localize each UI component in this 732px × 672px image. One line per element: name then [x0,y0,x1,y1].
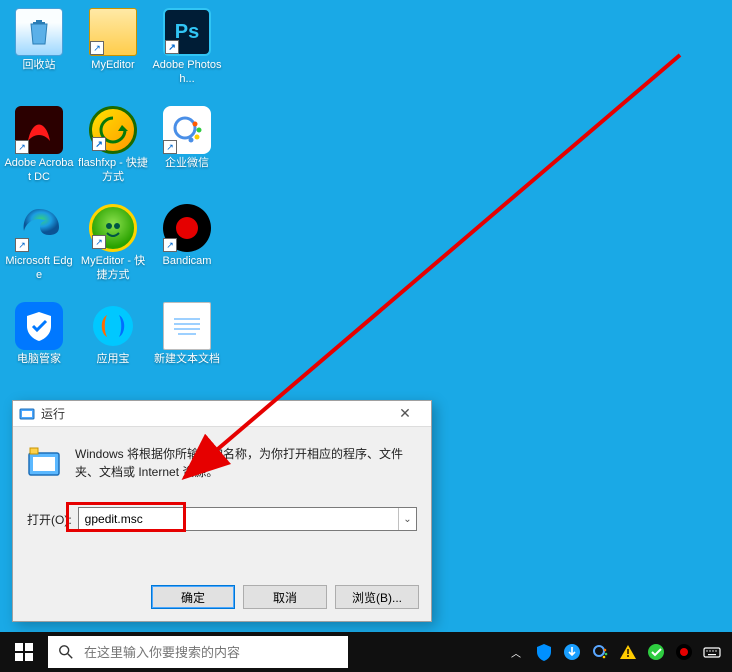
tray-icon-check[interactable] [642,632,670,672]
shortcut-arrow-icon: ↗ [90,41,104,55]
desktop-icon-acrobat[interactable]: ↗ Adobe Acrobat DC [2,102,76,200]
myeditor-icon: ↗ [89,204,137,252]
shortcut-arrow-icon: ↗ [92,137,106,151]
run-dialog-icon [27,445,65,483]
shortcut-arrow-icon: ↗ [165,40,179,54]
desktop-icon-myeditor-folder[interactable]: ↗ MyEditor [76,4,150,102]
desktop-icon-edge[interactable]: ↗ Microsoft Edge [2,200,76,298]
desktop-icon-label: 电脑管家 [3,352,75,366]
desktop-icon-label: Microsoft Edge [3,254,75,282]
desktop-icon-bandicam[interactable]: ↗ Bandicam [150,200,224,298]
bandicam-icon: ↗ [163,204,211,252]
desktop-icon-recycle-bin[interactable]: 回收站 [2,4,76,102]
taskbar-search-input[interactable] [84,645,348,660]
taskbar-tray: ︿ [502,632,732,672]
taskbar: ︿ [0,632,732,672]
run-dialog-description: Windows 将根据你所输入的名称，为你打开相应的程序、文件夹、文档或 Int… [75,445,417,483]
desktop-icon-label: flashfxp - 快捷方式 [77,156,149,184]
folder-icon: ↗ [89,8,137,56]
tray-icon-warn[interactable] [614,632,642,672]
tray-icon-keyboard[interactable] [698,632,726,672]
tray-icon-record[interactable] [670,632,698,672]
desktop-icon-yyb[interactable]: 应用宝 [76,298,150,396]
chevron-up-icon: ︿ [511,645,521,660]
desktop-icon-label: Adobe Acrobat DC [3,156,75,184]
shortcut-arrow-icon: ↗ [163,238,177,252]
run-dialog-input[interactable] [79,508,398,530]
desktop-icon-label: Adobe Photosh... [151,58,223,86]
desktop-icon-photoshop[interactable]: Ps ↗ Adobe Photosh... [150,4,224,102]
shortcut-arrow-icon: ↗ [163,140,177,154]
combobox-dropdown-button[interactable]: ⌄ [398,508,416,530]
desktop-icon-textdoc[interactable]: 新建文本文档 [150,298,224,396]
tray-overflow-button[interactable]: ︿ [502,632,530,672]
run-dialog-title-icon [19,406,35,422]
taskbar-search[interactable] [48,636,348,668]
tray-icon-wecom[interactable] [586,632,614,672]
shortcut-arrow-icon: ↗ [15,140,29,154]
flashfxp-icon: ↗ [89,106,137,154]
desktop-icon-wecom[interactable]: ↗ 企业微信 [150,102,224,200]
wecom-icon: ↗ [163,106,211,154]
chevron-down-icon: ⌄ [403,514,411,525]
acrobat-icon: ↗ [15,106,63,154]
desktop-icon-label: MyEditor [77,58,149,72]
cancel-button[interactable]: 取消 [243,585,327,609]
edge-icon: ↗ [15,204,63,252]
recycle-bin-icon [15,8,63,56]
run-dialog-open-label: 打开(O): [27,511,72,528]
shortcut-arrow-icon: ↗ [92,235,106,249]
text-file-icon [163,302,211,350]
browse-button[interactable]: 浏览(B)... [335,585,419,609]
desktop-icon-pcmanager[interactable]: 电脑管家 [2,298,76,396]
search-icon [48,644,84,660]
desktop-icon-flashfxp[interactable]: ↗ flashfxp - 快捷方式 [76,102,150,200]
close-icon: ✕ [399,405,411,422]
desktop-icon-label: Bandicam [151,254,223,268]
run-dialog-combobox[interactable]: ⌄ [78,507,417,531]
ok-button[interactable]: 确定 [151,585,235,609]
desktop-icon-label: 企业微信 [151,156,223,170]
run-dialog-title-text: 运行 [41,405,65,422]
photoshop-icon: Ps ↗ [163,8,211,56]
run-dialog-titlebar[interactable]: 运行 ✕ [13,401,431,427]
desktop-icon-label: MyEditor - 快捷方式 [77,254,149,282]
desktop-icon-label: 新建文本文档 [151,352,223,366]
desktop-icon-myeditor-shortcut[interactable]: ↗ MyEditor - 快捷方式 [76,200,150,298]
tray-icon-download[interactable] [558,632,586,672]
close-button[interactable]: ✕ [385,403,425,425]
tray-icon-pcmanager[interactable] [530,632,558,672]
yyb-icon [89,302,137,350]
desktop-icon-label: 应用宝 [77,352,149,366]
start-button[interactable] [0,632,48,672]
shortcut-arrow-icon: ↗ [15,238,29,252]
pcmanager-icon [15,302,63,350]
run-dialog: 运行 ✕ Windows 将根据你所输入的名称，为你打开相应的程序、文件夹、文档… [12,400,432,622]
desktop-icon-label: 回收站 [3,58,75,72]
windows-logo-icon [15,643,33,661]
